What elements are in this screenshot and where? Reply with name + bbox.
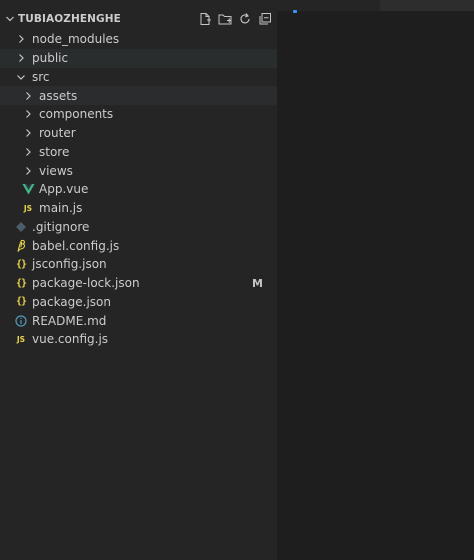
git-status-badge: M [252,276,263,290]
explorer-panel: TUBIAOZHENGHE node_modulespublic src asset… [0,0,277,560]
file-jsconfig-json[interactable]: {} jsconfig.json [0,255,277,274]
file-package-lock-json[interactable]: {} package-lock.json M [0,274,277,293]
file-package-json[interactable]: {} package.json [0,293,277,312]
folder-public[interactable]: public [0,48,277,68]
file-main-js[interactable]: JS main.js [0,199,277,218]
file-vue-config-js[interactable]: JS vue.config.js [0,330,277,349]
folder-components[interactable]: components [0,105,277,124]
folder-router[interactable]: router [0,124,277,143]
babel-file-icon [13,238,29,254]
chevron-down-icon[interactable] [2,14,18,24]
json-icon-text: {} [15,258,27,270]
json-icon-text: {} [15,296,27,308]
tree-item-label: components [39,107,114,122]
tree-item-label: main.js [39,201,83,216]
vue-file-icon [20,181,36,197]
collapse-all-icon[interactable] [257,11,273,27]
folder-src[interactable]: src [0,68,277,87]
chevron-right-icon [20,88,36,104]
js-icon-text: JS [23,203,33,213]
js-file-icon: JS [20,200,36,216]
chevron-right-icon [20,163,36,179]
new-file-icon[interactable] [197,11,213,27]
tree-item-label: .gitignore [32,219,90,234]
file-gitignore[interactable]: .gitignore [0,218,277,237]
tree-item-label: router [39,126,76,141]
folder-node-modules[interactable]: node_modules [0,30,277,49]
folder-store[interactable]: store [0,143,277,162]
tree-item-label: src [32,69,50,84]
tree-item-label: README.md [32,313,107,328]
chevron-right-icon [13,31,29,47]
folder-assets[interactable]: assets [0,86,277,105]
chevron-right-icon [20,106,36,122]
explorer-actions [197,8,273,30]
tree-item-label: vue.config.js [32,332,109,347]
editor-tab-strip [277,0,474,11]
js-icon-text: JS [16,334,26,344]
folder-views[interactable]: views [0,161,277,180]
chevron-right-icon [20,144,36,160]
tree-item-label: package-lock.json [32,276,140,291]
tree-item-label: App.vue [39,182,89,197]
git-file-icon [13,219,29,235]
editor-area [277,0,474,560]
file-app-vue[interactable]: App.vue [0,180,277,199]
refresh-icon[interactable] [237,11,253,27]
workspace-title: TUBIAOZHENGHE [18,13,121,25]
file-readme-md[interactable]: README.md [0,311,277,330]
json-file-icon: {} [13,294,29,310]
info-icon [13,313,29,329]
tree-item-label: assets [39,88,78,103]
editor-tab[interactable] [380,0,474,11]
chevron-right-icon [20,125,36,141]
chevron-down-icon [13,69,29,85]
tree-item-label: jsconfig.json [32,257,107,272]
tree-item-label: public [32,51,69,66]
chevron-right-icon [13,50,29,66]
json-file-icon: {} [13,275,29,291]
file-tree: node_modulespublic src assets components rou… [0,30,277,349]
js-file-icon: JS [13,331,29,347]
json-file-icon: {} [13,256,29,272]
new-folder-icon[interactable] [217,11,233,27]
tree-item-label: babel.config.js [32,238,120,253]
explorer-header[interactable]: TUBIAOZHENGHE [0,8,277,30]
file-babel-config-js[interactable]: babel.config.js [0,236,277,255]
tree-item-label: package.json [32,294,112,309]
json-icon-text: {} [15,277,27,289]
tree-item-label: node_modules [32,32,120,47]
tree-item-label: views [39,163,73,178]
tree-item-label: store [39,144,70,159]
editor-indicator [293,10,297,13]
